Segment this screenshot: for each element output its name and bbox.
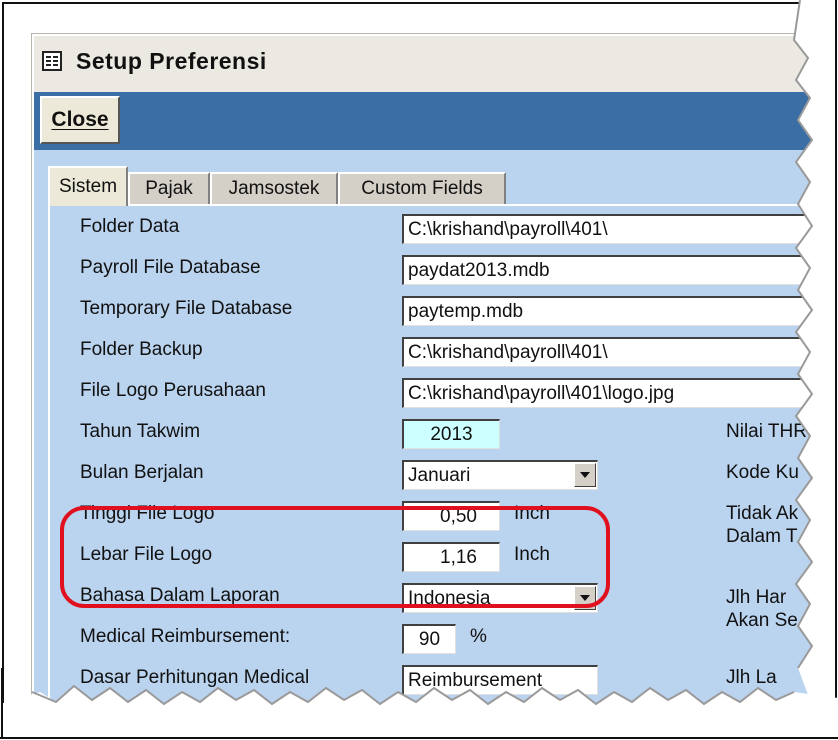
tahun-takwim-field[interactable]: 2013 [402, 419, 500, 449]
medical-unit: % [470, 626, 487, 647]
title-bar: Setup Preferensi [34, 36, 832, 92]
tidak-ak-label: Tidak Ak [726, 503, 799, 524]
logo-file-label: File Logo Perusahaan [80, 380, 266, 401]
bahasa-value: Indonesia [408, 587, 491, 609]
tahun-takwim-label: Tahun Takwim [80, 421, 201, 442]
folder-data-label: Folder Data [80, 216, 180, 237]
medical-label: Medical Reimbursement: [80, 626, 291, 647]
payroll-db-field[interactable]: paydat2013.mdb [402, 255, 822, 285]
tab-pajak[interactable]: Pajak [128, 172, 210, 204]
tinggi-logo-unit: Inch [514, 503, 550, 524]
jlh-har-label: Jlh Har [726, 587, 787, 608]
folder-data-field[interactable]: C:\krishand\payroll\401\ [402, 214, 822, 244]
torn-edge-right [792, 0, 838, 740]
bahasa-combo[interactable]: Indonesia [402, 583, 598, 613]
bulan-berjalan-value: Januari [408, 464, 471, 486]
medical-field[interactable]: 90 [402, 624, 456, 654]
torn-edge-bottom [0, 668, 838, 740]
payroll-db-label: Payroll File Database [80, 257, 261, 278]
toolbar: Close [34, 92, 832, 150]
window-title: Setup Preferensi [76, 48, 267, 74]
temp-db-field[interactable]: paytemp.mdb [402, 296, 822, 326]
kode-ku-label: Kode Ku [726, 462, 799, 483]
tinggi-logo-field[interactable]: 0,50 [402, 501, 500, 531]
dalam-t-label: Dalam T [726, 526, 798, 547]
bahasa-label: Bahasa Dalam Laporan [80, 585, 280, 606]
folder-backup-label: Folder Backup [80, 339, 203, 360]
close-button[interactable]: Close [40, 96, 120, 144]
bulan-berjalan-label: Bulan Berjalan [80, 462, 204, 483]
logo-file-field[interactable]: C:\krishand\payroll\401\logo.jpg [402, 378, 822, 408]
lebar-logo-field[interactable]: 1,16 [402, 542, 500, 572]
content-area: Sistem Pajak Jamsostek Custom Fields Fol… [34, 150, 832, 704]
tinggi-logo-label: Tinggi File Logo [80, 503, 215, 524]
lebar-logo-unit: Inch [514, 544, 550, 565]
sistem-panel: Folder Data C:\krishand\payroll\401\ Pay… [48, 204, 832, 704]
form-icon [42, 51, 62, 71]
tab-sistem[interactable]: Sistem [48, 166, 128, 206]
folder-backup-field[interactable]: C:\krishand\payroll\401\ [402, 337, 822, 367]
tab-custom-fields[interactable]: Custom Fields [338, 172, 506, 204]
akan-se-label: Akan Se [726, 610, 798, 631]
dropdown-arrow-icon[interactable] [574, 586, 596, 610]
dropdown-arrow-icon[interactable] [574, 463, 596, 487]
lebar-logo-label: Lebar File Logo [80, 544, 213, 565]
bulan-berjalan-combo[interactable]: Januari [402, 460, 598, 490]
setup-preferensi-window: Setup Preferensi Close Sistem Pajak Jams… [32, 34, 832, 704]
temp-db-label: Temporary File Database [80, 298, 293, 319]
tab-jamsostek[interactable]: Jamsostek [210, 172, 338, 204]
